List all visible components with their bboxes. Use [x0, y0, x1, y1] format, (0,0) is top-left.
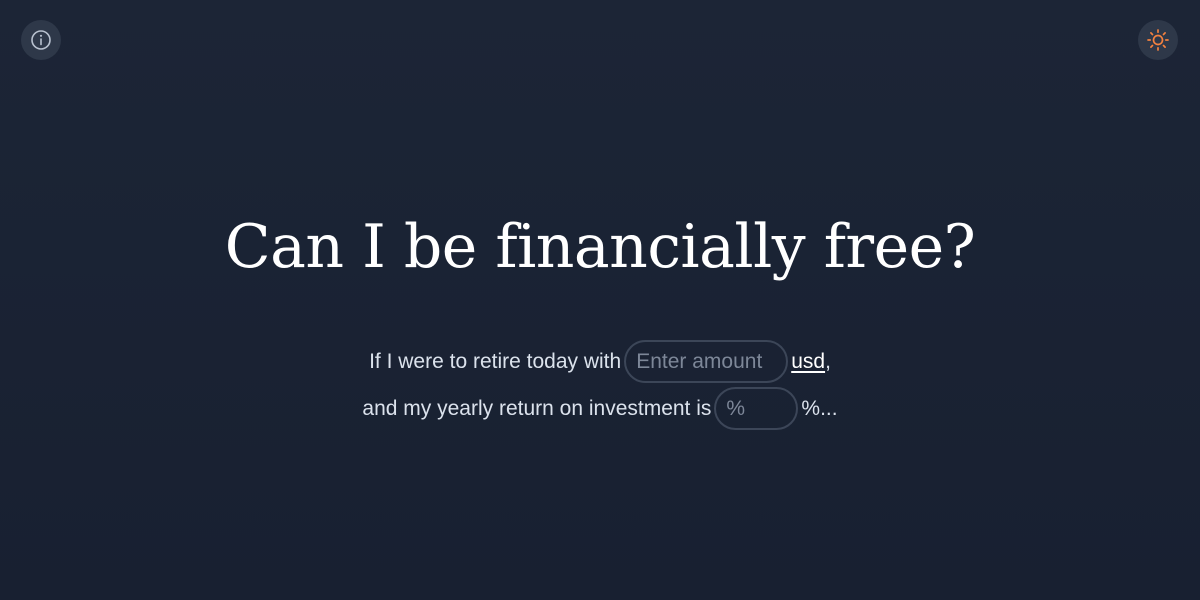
page-title: Can I be financially free?: [224, 212, 976, 282]
return-rate-suffix: %...: [801, 396, 838, 420]
return-rate-prefix: and my yearly return on investment is: [362, 396, 712, 420]
amount-input[interactable]: [624, 340, 789, 383]
return-rate-sentence: and my yearly return on investment is %.…: [0, 387, 1200, 430]
info-button[interactable]: [21, 20, 61, 60]
theme-toggle-button[interactable]: [1138, 20, 1178, 60]
return-percent-input[interactable]: [714, 387, 799, 430]
retire-amount-sentence: If I were to retire today with usd,: [0, 340, 1200, 383]
retire-amount-suffix: ,: [825, 349, 831, 373]
retire-amount-prefix: If I were to retire today with: [369, 349, 622, 373]
currency-link[interactable]: usd: [791, 350, 825, 374]
sun-icon: [1147, 29, 1169, 51]
info-icon: [31, 30, 51, 50]
